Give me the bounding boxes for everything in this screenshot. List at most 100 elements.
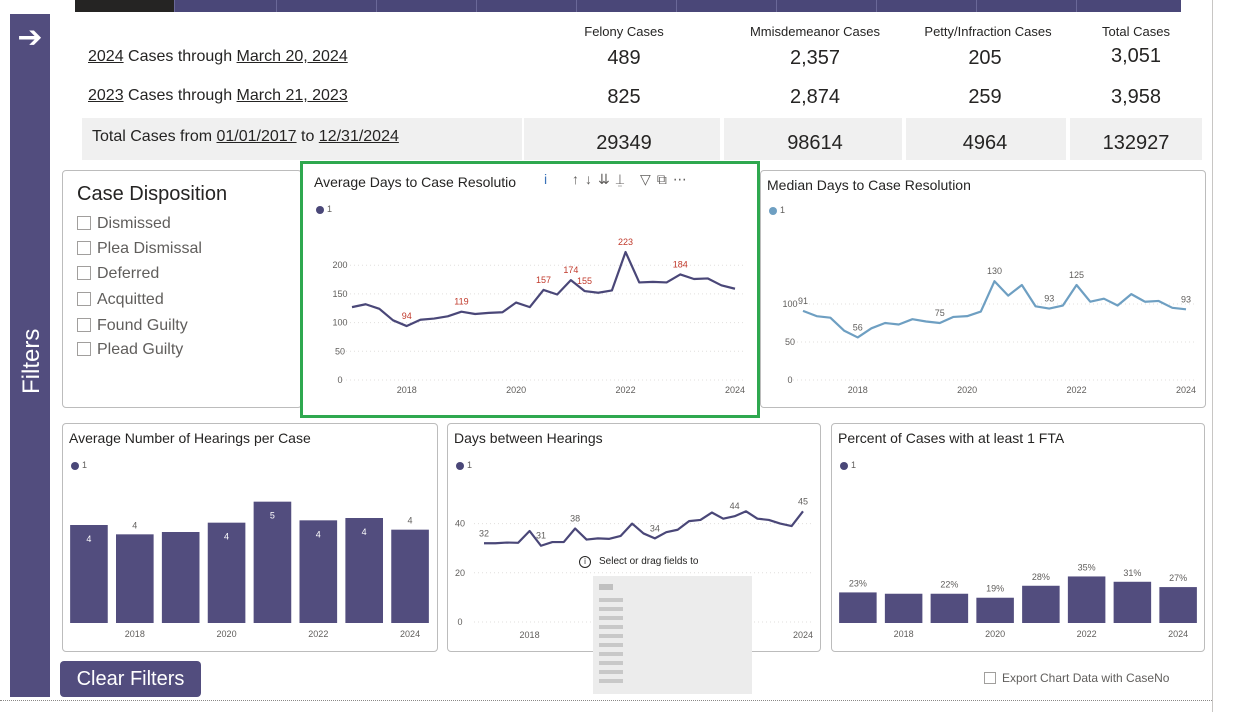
total-prefix: Total Cases from	[92, 128, 217, 145]
tab-10[interactable]	[977, 0, 1077, 12]
to-date-link[interactable]: 12/31/2024	[319, 128, 399, 145]
checkbox[interactable]	[77, 266, 91, 280]
tab-3[interactable]	[277, 0, 377, 12]
header-petty: Petty/Infraction Cases	[924, 24, 1052, 39]
checkbox[interactable]	[77, 241, 91, 255]
fta-card[interactable]: Percent of Cases with at least 1 FTA 1	[831, 423, 1205, 652]
year-2024-link[interactable]: 2024	[88, 48, 124, 65]
tab-2[interactable]	[175, 0, 277, 12]
option-label: Plead Guilty	[97, 341, 184, 358]
placeholder-line	[599, 634, 623, 638]
checkbox[interactable]	[77, 342, 91, 356]
avg-hearings-card[interactable]: Average Number of Hearings per Case 1	[62, 423, 438, 652]
legend-dot	[456, 462, 464, 470]
case-disposition-slicer[interactable]: Case Disposition Dismissed Plea Dismissa…	[62, 170, 302, 408]
option-plea-dismissal[interactable]: Plea Dismissal	[77, 240, 202, 258]
placeholder-line	[599, 616, 623, 620]
misdemeanor-2024: 2,357	[789, 47, 841, 69]
info-icon: i	[579, 556, 591, 568]
option-acquitted[interactable]: Acquitted	[77, 291, 164, 309]
option-plead-guilty[interactable]: Plead Guilty	[77, 341, 183, 359]
option-found-guilty[interactable]: Found Guilty	[77, 317, 188, 335]
hint-text: Select or drag fields to	[599, 556, 699, 567]
option-label: Found Guilty	[97, 317, 188, 334]
placeholder-line	[599, 661, 623, 665]
legend-dot	[71, 462, 79, 470]
placeholder-line	[599, 598, 623, 602]
days-between-title: Days between Hearings	[454, 430, 603, 446]
median-days-title: Median Days to Case Resolution	[767, 177, 971, 193]
summary-row-2023: 2023 Cases through March 21, 2023	[88, 87, 348, 105]
placeholder-line	[599, 670, 623, 674]
filters-sidebar[interactable]: ➔ Filters	[10, 14, 50, 697]
option-label: Dismissed	[97, 215, 171, 232]
clear-filters-button[interactable]: Clear Filters	[60, 661, 201, 697]
summary-row-total: Total Cases from 01/01/2017 to 12/31/202…	[92, 128, 399, 146]
checkbox[interactable]	[77, 318, 91, 332]
misdemeanor-2023: 2,874	[789, 86, 841, 108]
placeholder-line	[599, 643, 623, 647]
tab-9[interactable]	[877, 0, 977, 12]
export-checkbox[interactable]: Export Chart Data with CaseNo	[984, 671, 1169, 685]
felony-total: 29349	[596, 132, 652, 154]
export-label: Export Chart Data with CaseNo	[1002, 671, 1170, 685]
tab-8[interactable]	[777, 0, 877, 12]
petty-2023: 259	[968, 86, 1002, 108]
option-label: Deferred	[97, 265, 160, 282]
year-2023-link[interactable]: 2023	[88, 87, 124, 104]
placeholder-line	[599, 607, 623, 611]
legend-label: 1	[851, 460, 857, 470]
header-misdemeanor: Mmisdemeanor Cases	[749, 24, 881, 39]
to-word: to	[296, 128, 319, 145]
top-tab-strip[interactable]	[75, 0, 1181, 12]
summary-row-2024: 2024 Cases through March 20, 2024	[88, 48, 348, 66]
date-2024-link[interactable]: March 20, 2024	[237, 48, 348, 65]
legend-label: 1	[82, 460, 88, 470]
median-days-card[interactable]: Median Days to Case Resolution 1	[760, 170, 1206, 408]
option-dismissed[interactable]: Dismissed	[77, 215, 171, 233]
tab-4[interactable]	[377, 0, 477, 12]
tab-7[interactable]	[677, 0, 777, 12]
disposition-title: Case Disposition	[77, 183, 228, 205]
from-date-link[interactable]: 01/01/2017	[216, 128, 296, 145]
header-total: Total Cases	[1102, 24, 1170, 39]
total-2023: 3,958	[1110, 86, 1162, 108]
selected-visual-border	[300, 161, 760, 418]
page-bottom-divider	[0, 700, 1212, 701]
checkbox[interactable]	[984, 672, 996, 684]
placeholder-line	[599, 679, 623, 683]
row-text: Cases through	[123, 48, 237, 65]
legend-dot	[769, 207, 777, 215]
tab-6[interactable]	[577, 0, 677, 12]
petty-total: 4964	[962, 132, 1008, 154]
avg-hearings-title: Average Number of Hearings per Case	[69, 430, 311, 446]
felony-2024: 489	[607, 47, 641, 69]
total-2024: 3,051	[1110, 45, 1162, 67]
header-felony: Felony Cases	[584, 24, 664, 39]
legend-label: 1	[467, 460, 473, 470]
felony-2023: 825	[607, 86, 641, 108]
option-deferred[interactable]: Deferred	[77, 265, 159, 283]
fta-title: Percent of Cases with at least 1 FTA	[838, 430, 1065, 446]
option-label: Acquitted	[97, 291, 164, 308]
arrow-right-icon[interactable]: ➔	[10, 20, 50, 56]
placeholder-line	[599, 625, 623, 629]
placeholder-header	[599, 584, 613, 590]
option-label: Plea Dismissal	[97, 240, 202, 257]
total-total: 132927	[1102, 132, 1170, 154]
empty-visual-hint: i Select or drag fields to	[579, 556, 754, 578]
date-2023-link[interactable]: March 21, 2023	[237, 87, 348, 104]
legend-dot	[840, 462, 848, 470]
placeholder-line	[599, 652, 623, 656]
checkbox[interactable]	[77, 292, 91, 306]
empty-visual-placeholder[interactable]	[593, 576, 752, 694]
filters-label: Filters	[18, 328, 45, 394]
tab-active[interactable]	[75, 0, 175, 12]
tab-5[interactable]	[477, 0, 577, 12]
checkbox[interactable]	[77, 216, 91, 230]
row-text: Cases through	[123, 87, 237, 104]
misdemeanor-total: 98614	[787, 132, 843, 154]
petty-2024: 205	[968, 47, 1002, 69]
page-right-border	[1212, 0, 1213, 712]
legend-label: 1	[780, 205, 786, 215]
